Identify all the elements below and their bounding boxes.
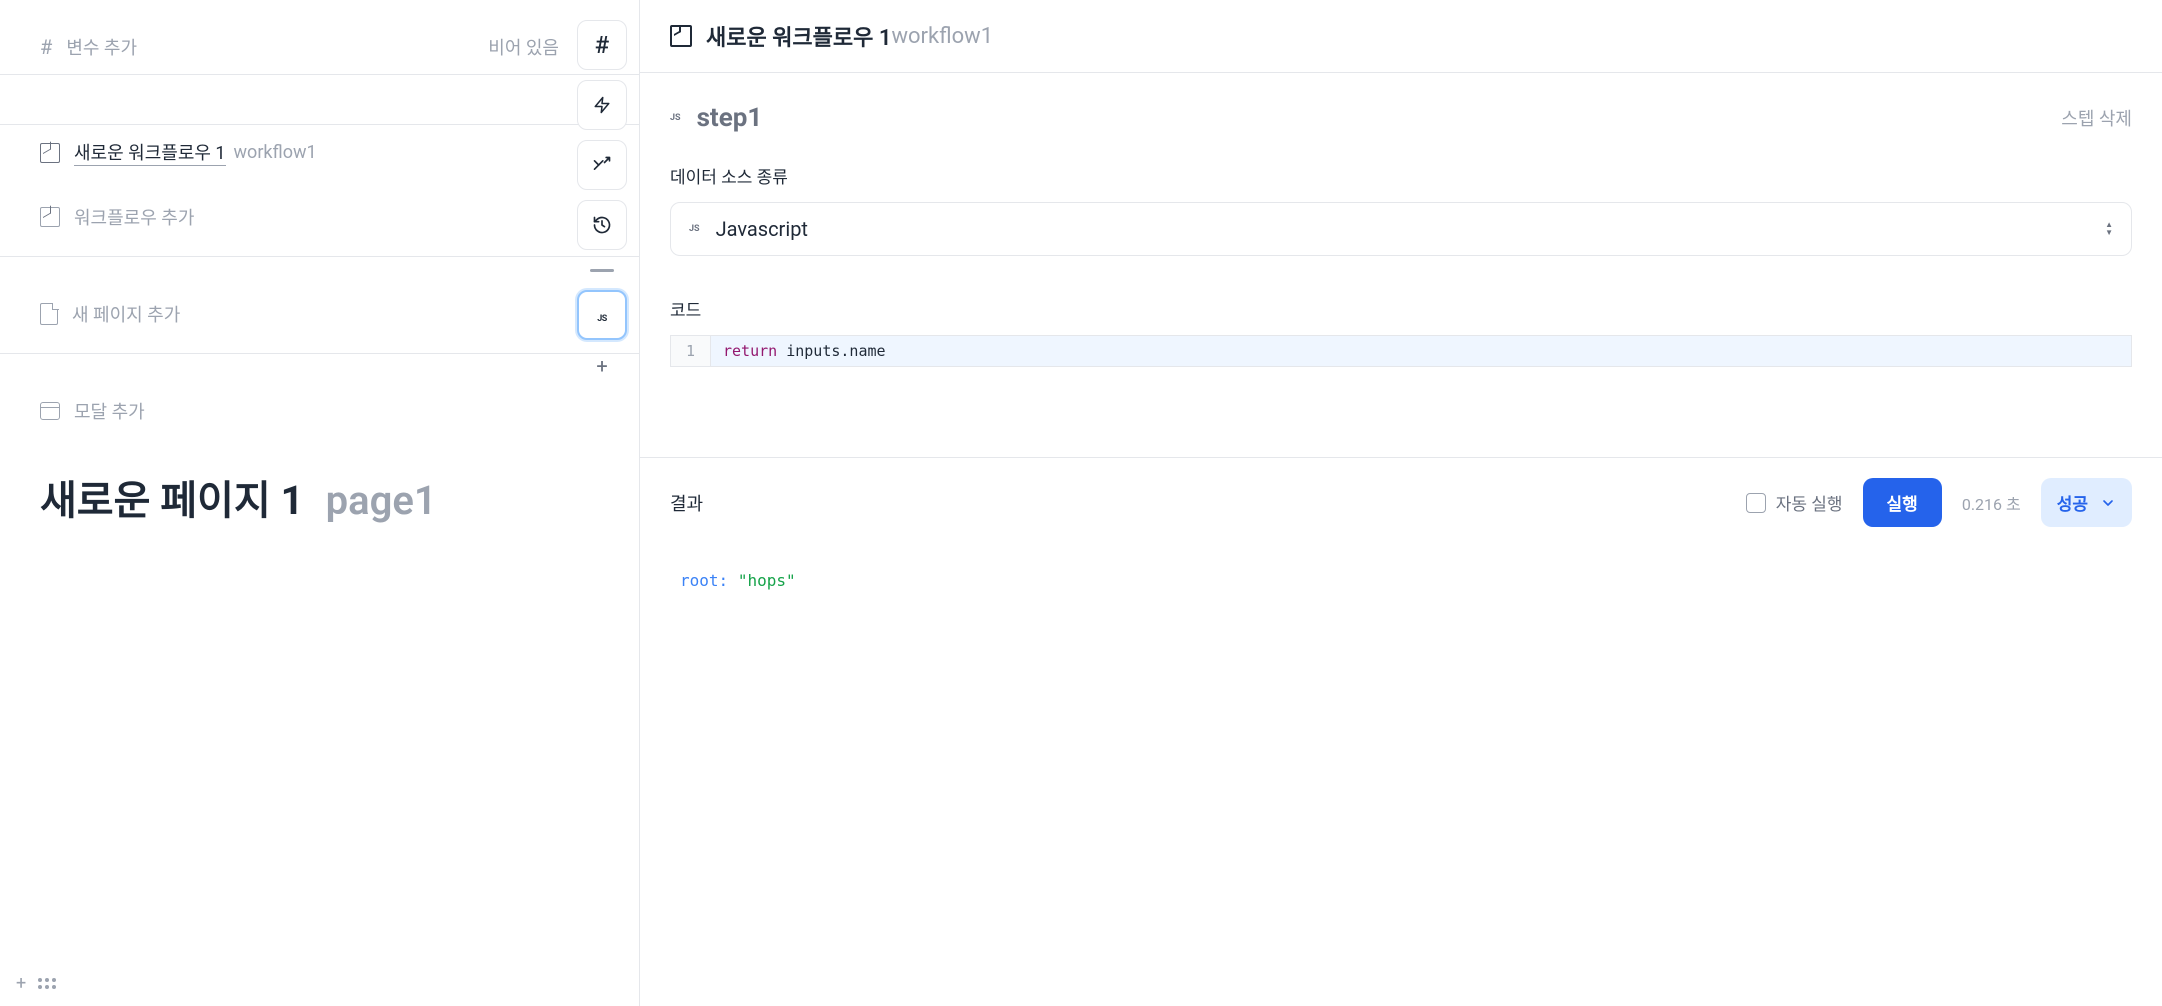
datasource-select[interactable]: JS Javascript ▲ ▼ — [670, 202, 2132, 256]
workflow-icon — [670, 25, 692, 47]
datasource-value: Javascript — [716, 217, 808, 241]
bolt-icon — [593, 94, 611, 116]
delete-step-button[interactable]: 스텝 삭제 — [2061, 105, 2132, 131]
add-page-button[interactable]: 새 페이지 추가 — [0, 287, 639, 354]
chevron-down-icon — [2100, 495, 2116, 511]
js-badge: JS — [670, 113, 681, 123]
hash-tool-button[interactable]: # — [577, 20, 627, 70]
modal-icon — [40, 402, 60, 420]
step-name[interactable]: step1 — [697, 103, 763, 133]
page-id: page1 — [326, 477, 437, 524]
route-tool-button[interactable] — [577, 140, 627, 190]
code-expression: inputs.name — [777, 342, 885, 360]
workflow-item[interactable]: 새로운 워크플로우 1 workflow1 — [0, 125, 639, 180]
chevron-up-down-icon: ▲ ▼ — [2105, 222, 2113, 236]
history-tool-button[interactable] — [577, 200, 627, 250]
workflow-header: 새로운 워크플로우 1 workflow1 — [640, 0, 2162, 73]
datasource-label: 데이터 소스 종류 — [670, 163, 2132, 188]
auto-run-checkbox[interactable]: 자동 실행 — [1746, 490, 1843, 515]
workflow-icon — [40, 207, 60, 227]
timing-label: 0.216 초 — [1962, 491, 2021, 515]
auto-run-label: 자동 실행 — [1776, 490, 1843, 515]
code-label: 코드 — [670, 296, 2132, 321]
add-modal-button[interactable]: 모달 추가 — [0, 384, 639, 438]
js-icon: JS — [597, 314, 607, 324]
result-value: "hops" — [738, 571, 796, 590]
variable-empty-label: 비어 있음 — [488, 34, 559, 60]
add-modal-label: 모달 추가 — [74, 398, 145, 424]
route-icon — [592, 155, 612, 175]
add-icon[interactable]: + — [16, 973, 26, 994]
variable-add-label[interactable]: 변수 추가 — [66, 34, 488, 60]
run-button[interactable]: 실행 — [1863, 478, 1942, 527]
success-label: 성공 — [2057, 490, 2088, 515]
hash-icon: # — [595, 31, 609, 59]
workflow-title: 새로운 워크플로우 1 — [706, 20, 891, 52]
add-workflow-button[interactable]: 워크플로우 추가 — [0, 190, 639, 257]
result-key: root: — [680, 571, 728, 590]
result-output: root: "hops" — [640, 547, 2162, 614]
add-workflow-label: 워크플로우 추가 — [74, 204, 194, 230]
workflow-id: workflow1 — [234, 142, 317, 163]
minimize-button[interactable] — [577, 260, 627, 280]
workflow-id: workflow1 — [891, 24, 993, 49]
code-editor[interactable]: 1 return inputs.name — [670, 335, 2132, 367]
workflow-title: 새로운 워크플로우 1 — [74, 139, 226, 166]
history-icon — [592, 215, 612, 235]
bolt-tool-button[interactable] — [577, 80, 627, 130]
js-badge: JS — [689, 224, 700, 234]
result-label: 결과 — [670, 490, 703, 516]
js-step-button[interactable]: JS — [577, 290, 627, 340]
add-step-button[interactable]: + — [577, 354, 627, 378]
drag-handle-icon[interactable] — [38, 978, 56, 989]
checkbox-icon — [1746, 493, 1766, 513]
workflow-icon — [40, 143, 60, 163]
page-title: 새로운 페이지 1 — [40, 477, 304, 524]
page-icon — [40, 303, 58, 325]
hash-icon: # — [40, 35, 52, 59]
line-number: 1 — [671, 342, 710, 360]
code-keyword: return — [723, 342, 777, 360]
minimize-icon — [590, 269, 614, 272]
success-badge[interactable]: 성공 — [2041, 478, 2132, 527]
add-page-label: 새 페이지 추가 — [72, 301, 180, 327]
